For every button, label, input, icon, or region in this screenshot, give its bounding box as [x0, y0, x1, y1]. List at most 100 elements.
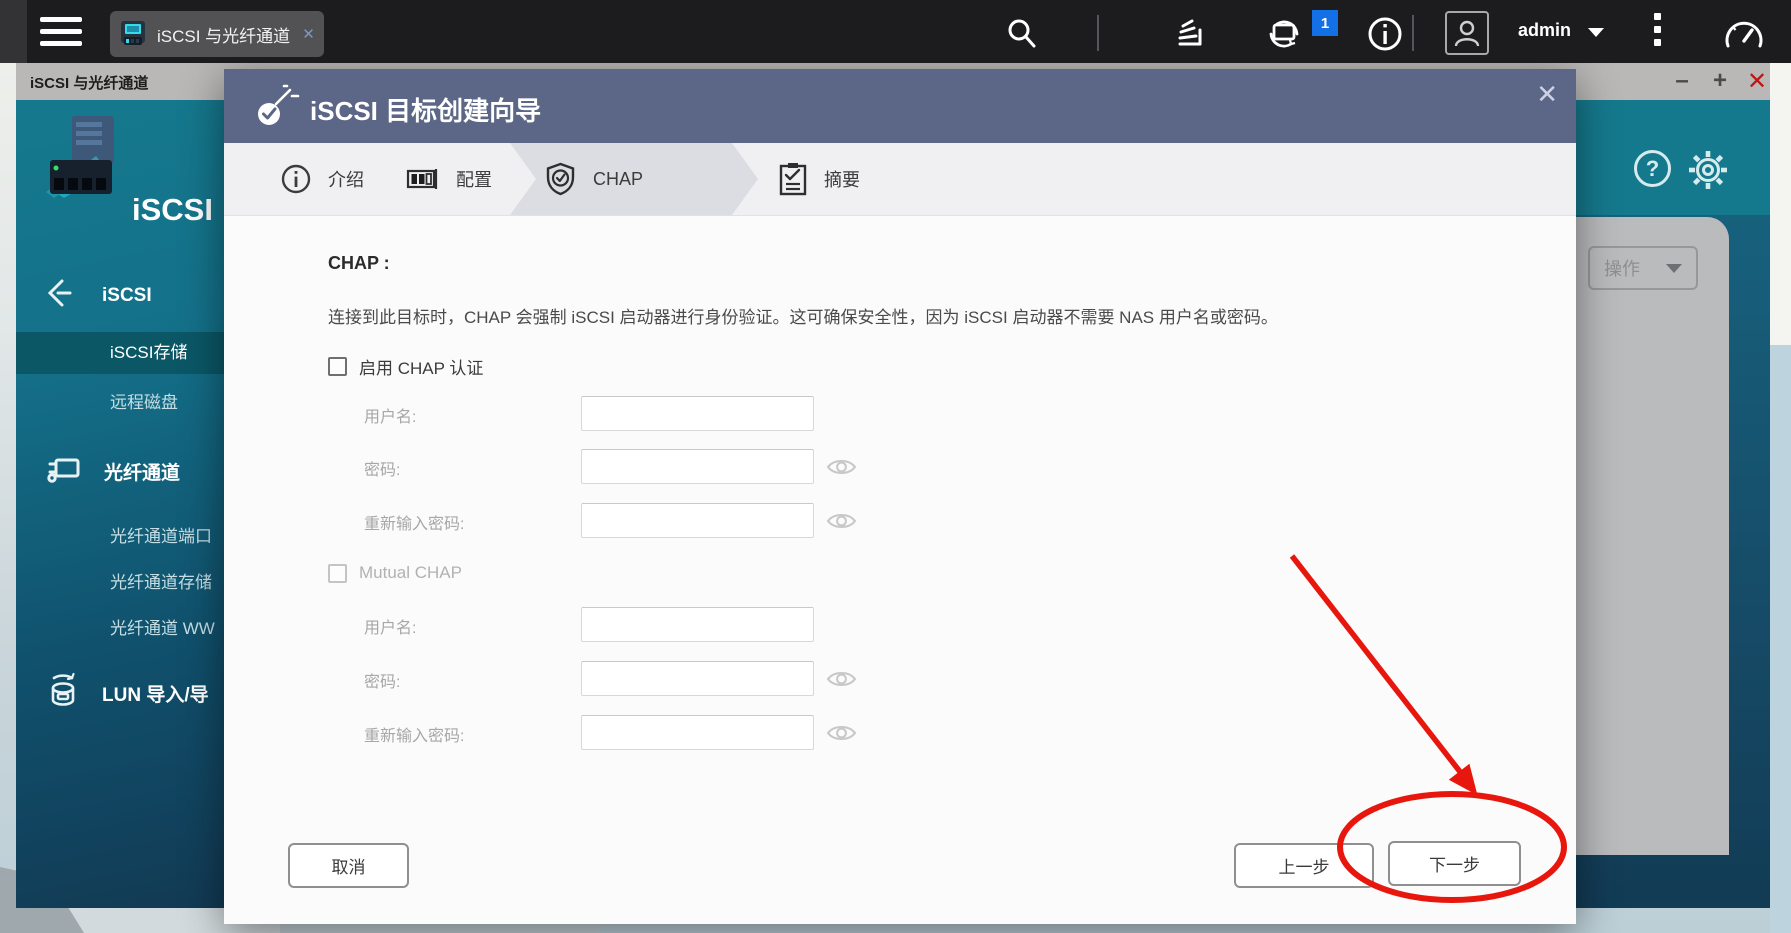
mutual-password-input[interactable] [581, 661, 814, 696]
dashboard-gauge-icon[interactable] [1720, 12, 1768, 56]
step-label: 摘要 [824, 166, 860, 192]
toolbar-divider [1412, 15, 1414, 51]
chap-password-row: 密码: [224, 449, 1576, 484]
notification-badge[interactable]: 1 [1312, 10, 1338, 36]
chap-username-input[interactable] [581, 396, 814, 431]
step-chap: CHAP [544, 143, 643, 215]
iscsi-app-tab-icon [118, 19, 148, 49]
mutual-chap-checkbox[interactable] [328, 564, 347, 583]
desktop-edge [1770, 345, 1791, 933]
sidebar-section-iscsi[interactable]: iSCSI [46, 278, 152, 314]
wizard-step-bar: 介绍 配置 CHAP [224, 143, 1576, 216]
lun-import-export-icon [46, 672, 80, 714]
background-tasks-icon[interactable] [1168, 12, 1212, 56]
sidebar-item-fc-wwpn[interactable]: 光纤通道 WW [16, 608, 224, 650]
window-maximize-icon[interactable]: + [1706, 67, 1734, 95]
tab-close-icon[interactable]: ✕ [302, 25, 315, 43]
show-password-icon[interactable] [826, 511, 857, 536]
search-icon[interactable] [1000, 12, 1044, 56]
mutual-retype-input[interactable] [581, 715, 814, 750]
tab-iscsi-fc[interactable]: iSCSI 与光纤通道 ✕ [110, 11, 324, 57]
next-button[interactable]: 下一步 [1388, 841, 1521, 886]
action-dropdown-label: 操作 [1604, 255, 1640, 281]
password-label: 密码: [364, 456, 400, 480]
fibre-channel-section-icon [46, 452, 82, 490]
window-close-icon[interactable]: ✕ [1743, 67, 1771, 96]
sidebar-item-fc-ports[interactable]: 光纤通道端口 [16, 516, 224, 558]
help-icon[interactable]: ? [1634, 150, 1671, 187]
screen: iSCSI 与光纤通道 ✕ [0, 0, 1791, 933]
sidebar-section-label: iSCSI [102, 285, 152, 307]
info-icon[interactable] [1363, 12, 1407, 56]
step-summary: 摘要 [778, 143, 860, 215]
desktop-edge [1770, 63, 1791, 345]
user-menu[interactable]: admin [1518, 20, 1571, 41]
launcher-edge [0, 0, 27, 63]
sidebar-section-fibre-channel[interactable]: 光纤通道 [46, 452, 180, 490]
show-password-icon[interactable] [826, 457, 857, 482]
settings-gear-icon[interactable] [1686, 148, 1730, 197]
previous-button[interactable]: 上一步 [1234, 843, 1374, 888]
config-icon [406, 163, 440, 195]
sidebar-item-remote-disk[interactable]: 远程磁盘 [16, 382, 224, 424]
notifications-icon[interactable] [1262, 12, 1306, 56]
chap-password-input[interactable] [581, 449, 814, 484]
enable-chap-checkbox[interactable] [328, 357, 347, 376]
iscsi-target-wizard-dialog: iSCSI 目标创建向导 ✕ 介绍 配置 [224, 69, 1576, 924]
top-taskbar: iSCSI 与光纤通道 ✕ [0, 0, 1791, 63]
enable-chap-row: 启用 CHAP 认证 [328, 354, 483, 379]
shield-icon [544, 162, 577, 196]
caret-down-icon [1666, 264, 1682, 273]
cancel-label: 取消 [332, 853, 366, 878]
step-label: 介绍 [328, 166, 364, 192]
dialog-header: iSCSI 目标创建向导 ✕ [224, 69, 1576, 143]
previous-label: 上一步 [1279, 853, 1330, 878]
mutual-retype-row: 重新输入密码: [224, 715, 1576, 750]
sidebar-item-iscsi-storage[interactable]: iSCSI存储 [16, 332, 224, 374]
iscsi-section-icon [46, 278, 80, 314]
sidebar: iSCSI iSCSI iSCSI存储 远程磁盘 光纤通道 光纤通道端口 光纤通… [16, 100, 224, 908]
sidebar-section-label: LUN 导入/导 [102, 680, 209, 707]
summary-clipboard-icon [778, 162, 808, 196]
sidebar-section-lun-import-export[interactable]: LUN 导入/导 [46, 672, 209, 714]
show-password-icon[interactable] [826, 723, 857, 748]
username-label: 用户名: [364, 614, 416, 638]
user-caret-icon[interactable] [1588, 28, 1604, 37]
dialog-title: iSCSI 目标创建向导 [310, 91, 541, 128]
step-label: CHAP [593, 169, 643, 190]
enable-chap-label: 启用 CHAP 认证 [359, 354, 483, 379]
main-menu-icon[interactable] [40, 17, 82, 47]
user-avatar-icon[interactable] [1445, 11, 1489, 55]
more-options-icon[interactable] [1654, 13, 1661, 52]
sidebar-item-label: 光纤通道端口 [110, 527, 212, 546]
chap-description: 连接到此目标时，CHAP 会强制 iSCSI 启动器进行身份验证。这可确保安全性… [328, 303, 1488, 328]
mutual-username-input[interactable] [581, 607, 814, 642]
mutual-chap-row: Mutual CHAP [328, 563, 462, 583]
chap-heading: CHAP : [328, 253, 390, 274]
username-label: 用户名: [364, 403, 416, 427]
sidebar-item-label: 远程磁盘 [110, 393, 178, 412]
retype-password-label: 重新输入密码: [364, 722, 464, 746]
sidebar-item-label: 光纤通道 WW [110, 619, 215, 638]
action-dropdown-button[interactable]: 操作 [1588, 246, 1698, 290]
info-icon [280, 163, 312, 195]
mutual-chap-label: Mutual CHAP [359, 563, 462, 583]
chap-username-row: 用户名: [224, 396, 1576, 431]
step-intro: 介绍 [280, 143, 364, 215]
window-title: iSCSI 与光纤通道 [30, 72, 148, 93]
next-label: 下一步 [1429, 851, 1480, 876]
toolbar-divider [1097, 15, 1099, 51]
chap-retype-input[interactable] [581, 503, 814, 538]
window-minimize-icon[interactable]: – [1668, 67, 1696, 95]
sidebar-item-label: iSCSI存储 [110, 343, 187, 362]
cancel-button[interactable]: 取消 [288, 843, 409, 888]
step-label: 配置 [456, 166, 492, 192]
mutual-username-row: 用户名: [224, 607, 1576, 642]
step-config: 配置 [406, 143, 492, 215]
dialog-close-icon[interactable]: ✕ [1536, 79, 1558, 110]
show-password-icon[interactable] [826, 669, 857, 694]
wizard-icon [254, 84, 300, 135]
sidebar-section-label: 光纤通道 [104, 458, 180, 485]
sidebar-app-title: iSCSI [132, 192, 213, 228]
sidebar-item-fc-storage[interactable]: 光纤通道存储 [16, 562, 224, 604]
